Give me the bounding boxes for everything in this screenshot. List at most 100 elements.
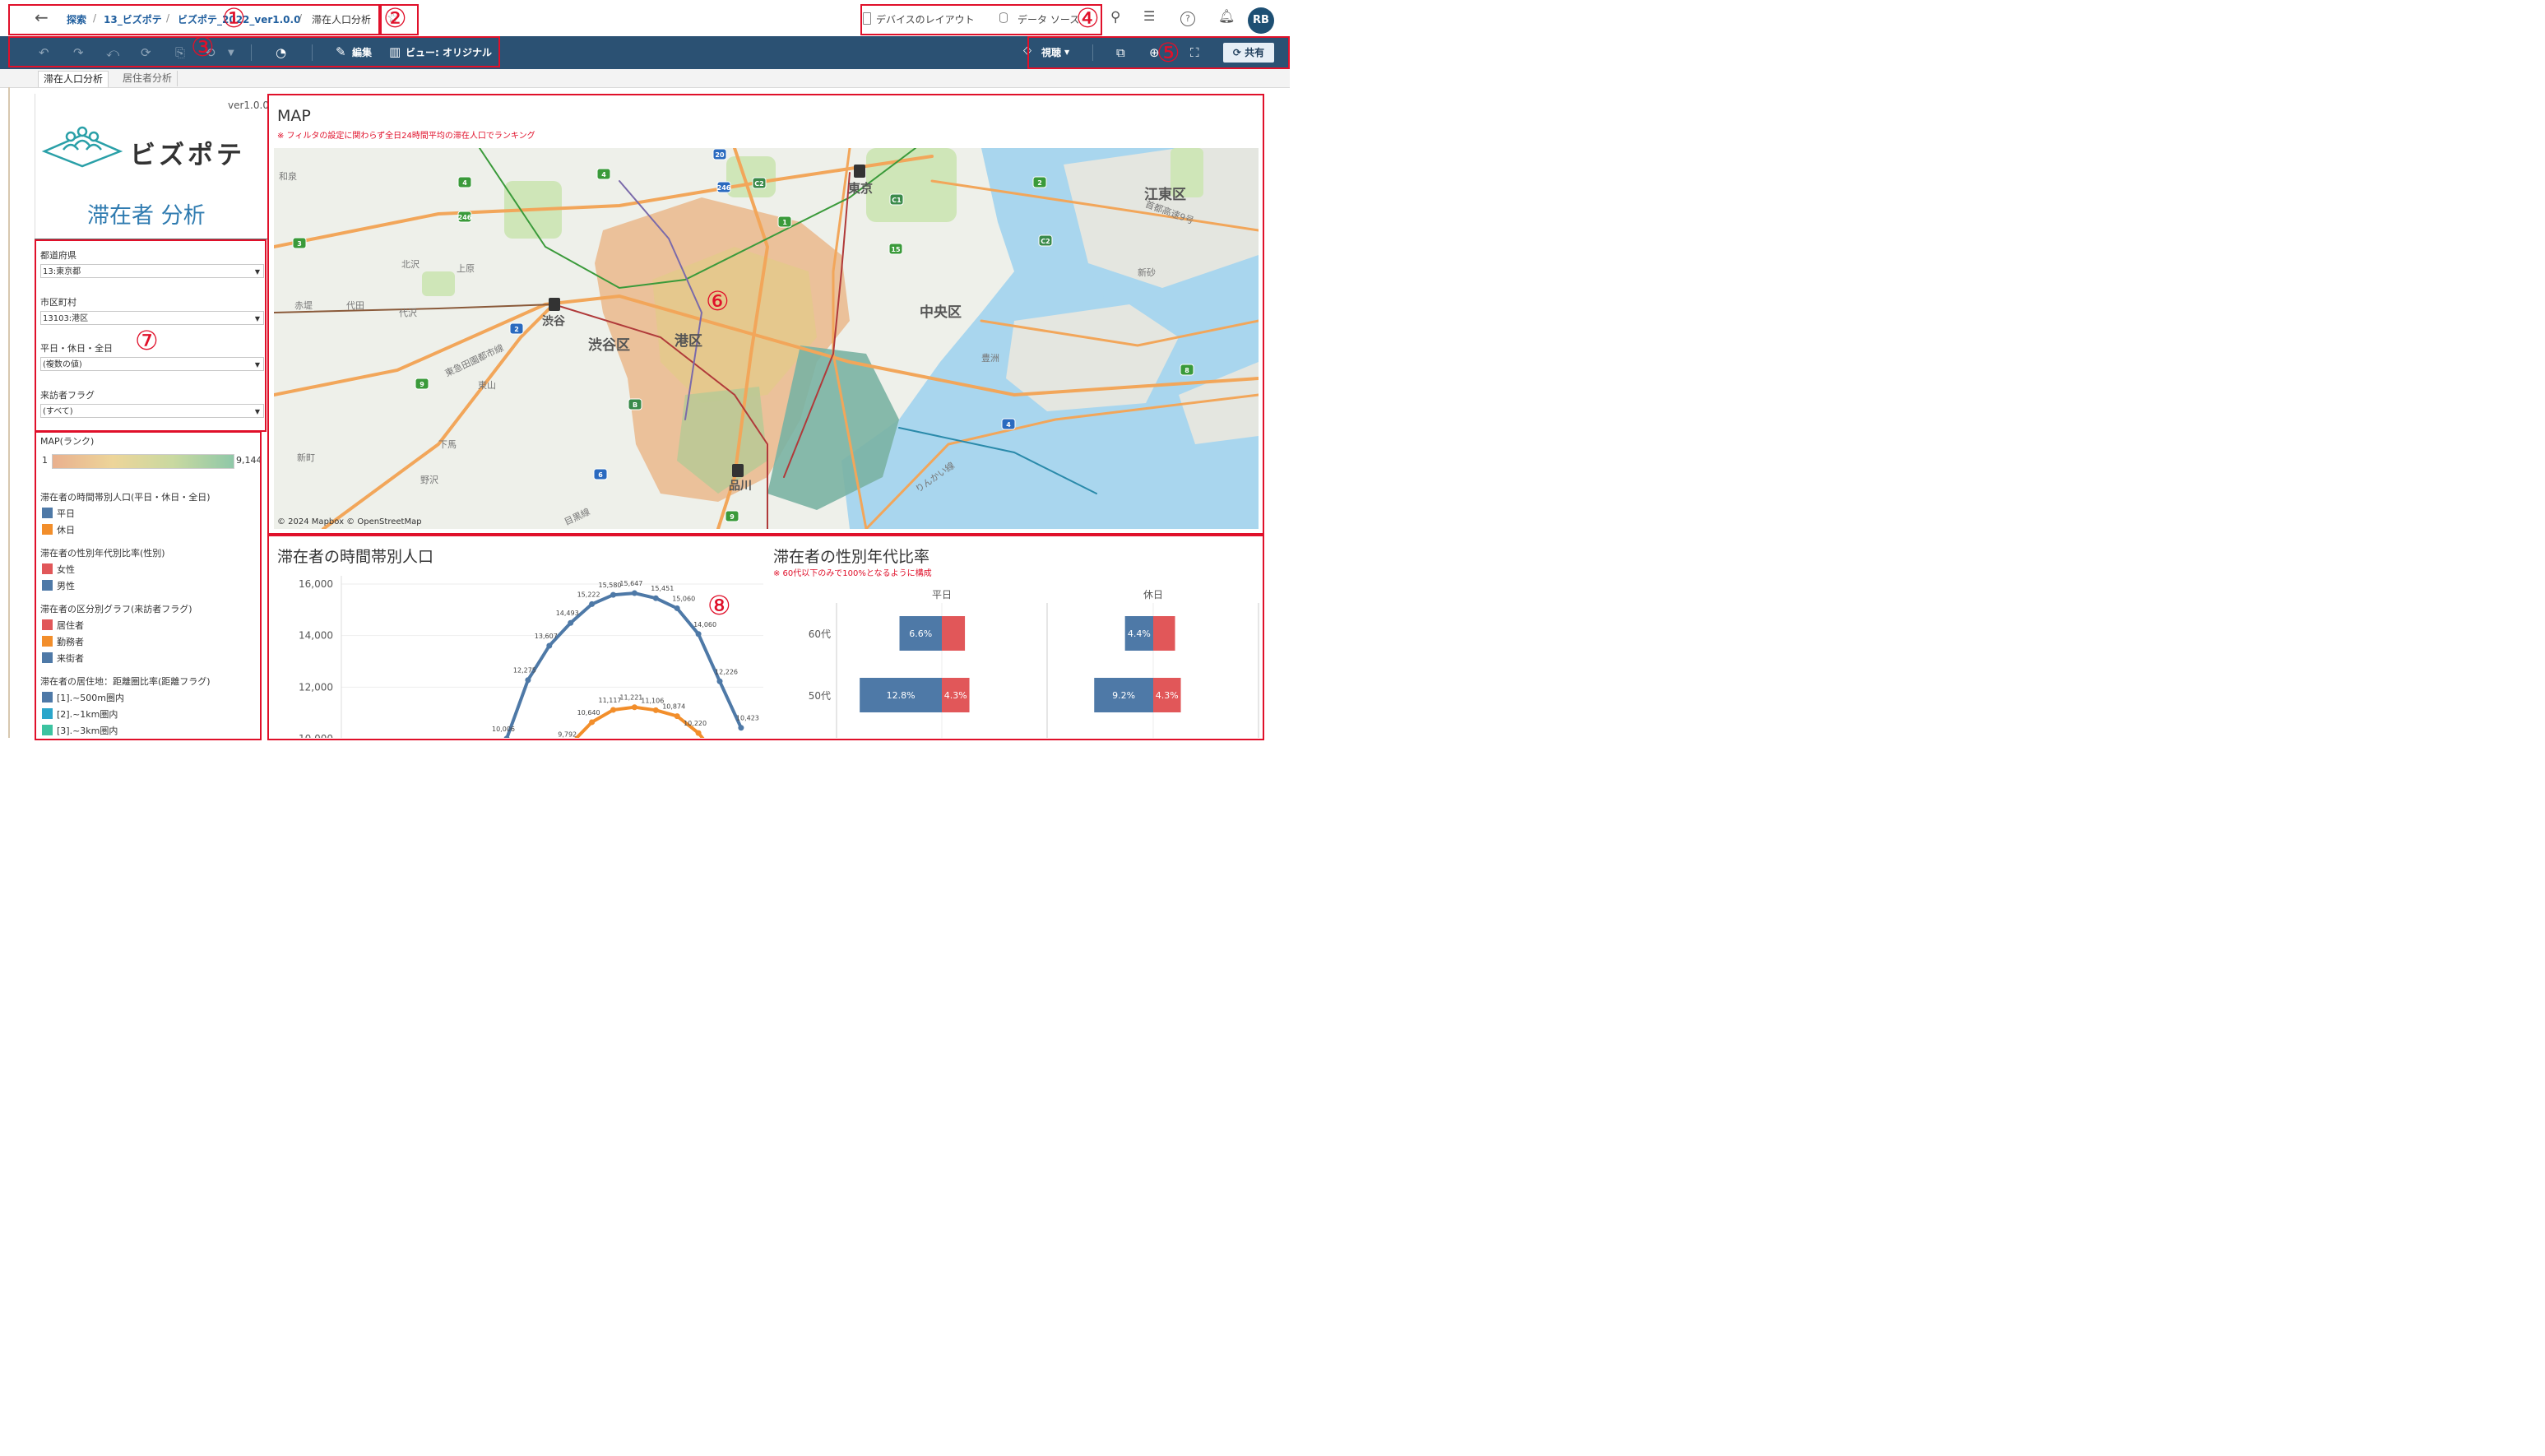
share-button[interactable]: ⟳ 共有 (1223, 43, 1274, 63)
notification-bell-icon[interactable]: 🔔︎ (1218, 8, 1235, 24)
filter-visitor-flag-select[interactable]: (すべて) ▼ (40, 404, 264, 418)
legend-item-label[interactable]: [2].~1km圏内 (57, 707, 118, 721)
data-point[interactable] (589, 719, 596, 726)
svg-text:8: 8 (1184, 367, 1189, 374)
data-point[interactable] (610, 591, 616, 598)
road-shield-icon: B (628, 398, 642, 410)
back-arrow-icon[interactable]: ← (35, 7, 49, 27)
revert-icon[interactable]: ⤺ (106, 45, 119, 60)
watch-button[interactable]: 視聴 (1041, 45, 1061, 59)
legend-item-label[interactable]: 女性 (57, 563, 75, 576)
filter-label-daytype: 平日・休日・全日 (40, 343, 113, 354)
svg-text:C2: C2 (1041, 238, 1050, 245)
legend-item-label[interactable]: [3].~3km圏内 (57, 724, 118, 737)
filter-daytype-select[interactable]: (複数の値) ▼ (40, 357, 264, 371)
map-credit: © 2024 Mapbox © OpenStreetMap (277, 517, 422, 526)
tab-stay-population[interactable]: 滞在人口分析 (38, 71, 109, 87)
svg-text:4: 4 (601, 171, 606, 179)
dropdown-chevron-icon[interactable]: ▼ (228, 49, 234, 58)
breadcrumb-current-sheet: 滞在人口分析 (312, 14, 372, 26)
bar-segment-female[interactable] (1153, 616, 1175, 651)
edit-button[interactable]: 編集 (352, 45, 372, 59)
filter-prefecture-select[interactable]: 13:東京都 ▼ (40, 264, 264, 278)
map-canvas[interactable]: 20 4 4 246 1 C1 C2 246 3 2 2 15 C2 B 9 6 9 8 4 東京 江東区 中央区 … (274, 148, 1259, 529)
filter-visitor-flag-value: (すべて) (43, 407, 73, 416)
road-shield-icon: 3 (292, 237, 307, 249)
data-point[interactable] (589, 600, 596, 607)
tab-resident[interactable]: 居住者分析 (118, 71, 178, 86)
data-point[interactable] (652, 707, 659, 713)
metrics-icon[interactable]: ◔ (276, 45, 286, 60)
data-source-button[interactable]: データ ソース (1018, 12, 1079, 26)
annotation-number-7: ⑦ (135, 325, 159, 356)
legend-item-label[interactable]: 男性 (57, 579, 75, 592)
map-svg: 20 4 4 246 1 C1 C2 246 3 2 2 15 C2 B 9 6 9 8 4 (274, 148, 1259, 529)
data-point[interactable] (525, 677, 531, 684)
legend-swatch[interactable] (42, 580, 53, 591)
section-divider (271, 535, 1263, 536)
road-shield-icon: 8 (1180, 364, 1194, 376)
legend-swatch[interactable] (42, 619, 53, 630)
legend-item-label[interactable]: 休日 (57, 523, 75, 536)
pause-updates-icon[interactable]: ⎘ (175, 45, 185, 60)
road-shield-icon: C2 (1038, 234, 1053, 247)
legend-swatch[interactable] (42, 708, 53, 719)
data-label: 15,647 (619, 580, 642, 587)
edit-icon[interactable]: ✎ (336, 44, 346, 59)
legend-group-title: 滞在者の時間帯別人口(平日・休日・全日) (40, 492, 211, 503)
chevron-down-icon[interactable]: ▼ (1064, 49, 1069, 56)
filter-city-select[interactable]: 13103:港区 ▼ (40, 311, 264, 325)
help-icon[interactable]: ? (1180, 12, 1195, 26)
comments-icon[interactable]: ⧉ (1116, 45, 1125, 60)
legend-swatch[interactable] (42, 636, 53, 647)
data-point[interactable] (652, 595, 659, 601)
data-point[interactable] (716, 678, 723, 684)
undo-icon[interactable]: ↶ (39, 45, 49, 60)
view-original-button[interactable]: ビュー: オリジナル (406, 45, 492, 59)
legend-swatch[interactable] (42, 563, 53, 574)
road-shield-icon: 9 (725, 510, 739, 522)
data-point[interactable] (674, 713, 680, 720)
legend-item-label[interactable]: 平日 (57, 507, 75, 520)
filter-label-prefecture: 都道府県 (40, 250, 76, 261)
place-label-minato-ku: 港区 (674, 333, 702, 350)
legend-item-label[interactable]: [1].~500m圏内 (57, 691, 124, 704)
legend-swatch[interactable] (42, 652, 53, 663)
data-point[interactable] (546, 642, 553, 649)
data-point[interactable] (631, 704, 637, 711)
legend-item-label[interactable]: 勤務者 (57, 635, 84, 648)
refresh-icon[interactable]: ⟳ (141, 45, 151, 60)
legend-swatch[interactable] (42, 508, 53, 518)
legend-item-label[interactable]: 居住者 (57, 619, 84, 632)
notes-icon[interactable]: ☰ (1143, 8, 1155, 24)
legend-swatch[interactable] (42, 524, 53, 535)
legend-swatch[interactable] (42, 725, 53, 735)
data-point[interactable] (695, 730, 702, 736)
data-label: 15,060 (672, 595, 695, 602)
data-point[interactable] (568, 619, 574, 626)
search-icon[interactable]: ⚲ (1110, 9, 1120, 26)
breadcrumb-item-project[interactable]: 13_ビズポテ (104, 12, 162, 26)
road-shield-icon: 9 (415, 378, 429, 390)
legend-item-label[interactable]: 来街者 (57, 651, 84, 665)
legend-swatch[interactable] (42, 692, 53, 702)
place-label-shimouma: 下馬 (438, 439, 457, 450)
redo-icon[interactable]: ↷ (73, 45, 84, 60)
breadcrumb-item-explore[interactable]: 探索 (67, 12, 86, 26)
device-layout-button[interactable]: デバイスのレイアウト (876, 12, 975, 26)
avatar[interactable]: RB (1248, 7, 1274, 34)
fullscreen-icon[interactable]: ⛶ (1190, 45, 1199, 60)
data-point[interactable] (674, 605, 680, 611)
bar-chart: 平日 休日 60代 50代 6.6% 12.8% 4.3% 4.4% 9.2% 4.3% (809, 589, 1259, 738)
data-point[interactable] (631, 590, 637, 596)
bar-segment-female[interactable] (942, 616, 966, 651)
data-label: 11,106 (641, 697, 664, 704)
data-point[interactable] (695, 631, 702, 638)
data-point[interactable] (610, 707, 616, 713)
road-shield-icon: C1 (889, 193, 904, 206)
device-layout-icon[interactable] (863, 12, 871, 25)
bar-label: 4.3% (1156, 690, 1179, 701)
svg-text:246: 246 (458, 214, 472, 221)
station-icon (549, 298, 560, 311)
data-point[interactable] (738, 725, 744, 731)
